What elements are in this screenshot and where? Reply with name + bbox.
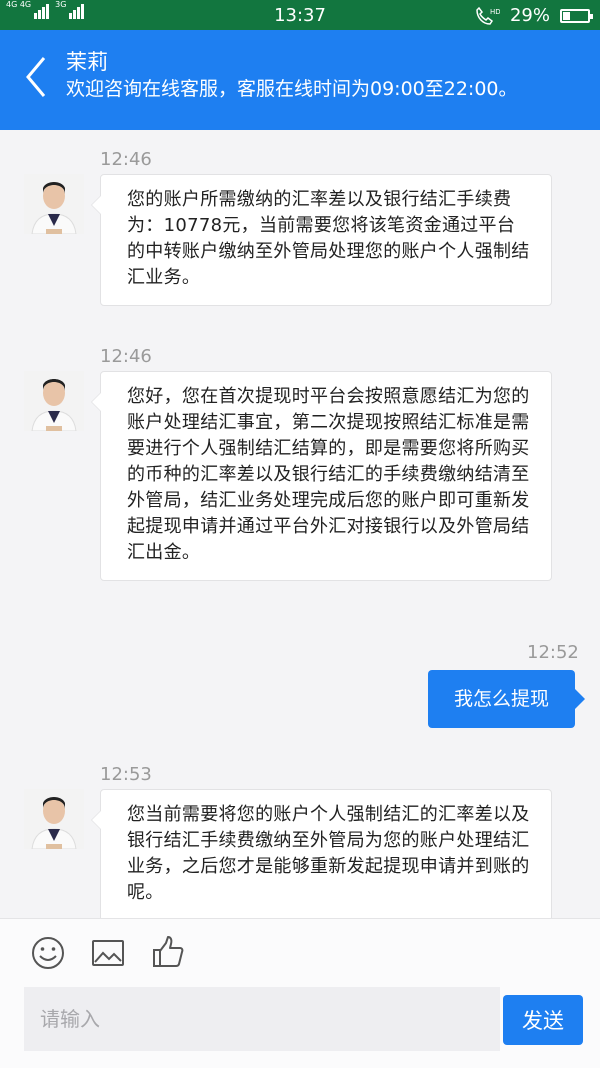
thumbs-up-icon[interactable] — [148, 933, 188, 973]
svg-text:HD: HD — [490, 8, 500, 16]
chat-messages[interactable]: 12:46 您的账户所需缴纳的汇率差以及银行结汇手续费为：10778元，当前需要… — [0, 130, 600, 918]
emoji-icon[interactable] — [28, 933, 68, 973]
chat-header: 茉莉 欢迎咨询在线客服，客服在线时间为09:00至22:00。 — [0, 30, 600, 130]
battery-percent: 29% — [509, 5, 550, 26]
status-bar: 4G 4G 3G 13:37 HD 29% — [0, 0, 600, 30]
send-button[interactable]: 发送 — [503, 995, 583, 1045]
header-subtitle: 欢迎咨询在线客服，客服在线时间为09:00至22:00。 — [66, 78, 518, 100]
message-time: 12:46 — [100, 346, 152, 367]
battery-icon — [560, 8, 593, 23]
agent-message: 您的账户所需缴纳的汇率差以及银行结汇手续费为：10778元，当前需要您将该笔资金… — [91, 174, 552, 306]
message-time: 12:46 — [100, 149, 152, 170]
message-time: 12:52 — [527, 642, 579, 663]
agent-message: 您好，您在首次提现时平台会按照意愿结汇为您的账户处理结汇事宜，第二次提现按照结汇… — [91, 371, 552, 581]
image-icon[interactable] — [88, 933, 128, 973]
agent-message: 您当前需要将您的账户个人强制结汇的汇率差以及银行结汇手续费缴纳至外管局为您的账户… — [91, 789, 552, 918]
agent-avatar — [24, 789, 84, 849]
back-arrow-icon[interactable] — [22, 52, 62, 102]
agent-avatar — [24, 174, 84, 234]
message-time: 12:53 — [100, 764, 152, 785]
message-input[interactable] — [24, 987, 500, 1051]
composer: 发送 — [0, 918, 600, 1068]
agent-avatar — [24, 371, 84, 431]
user-message: 我怎么提现 — [427, 670, 586, 728]
agent-name: 茉莉 — [66, 50, 108, 74]
hd-call-icon: HD — [476, 6, 500, 25]
